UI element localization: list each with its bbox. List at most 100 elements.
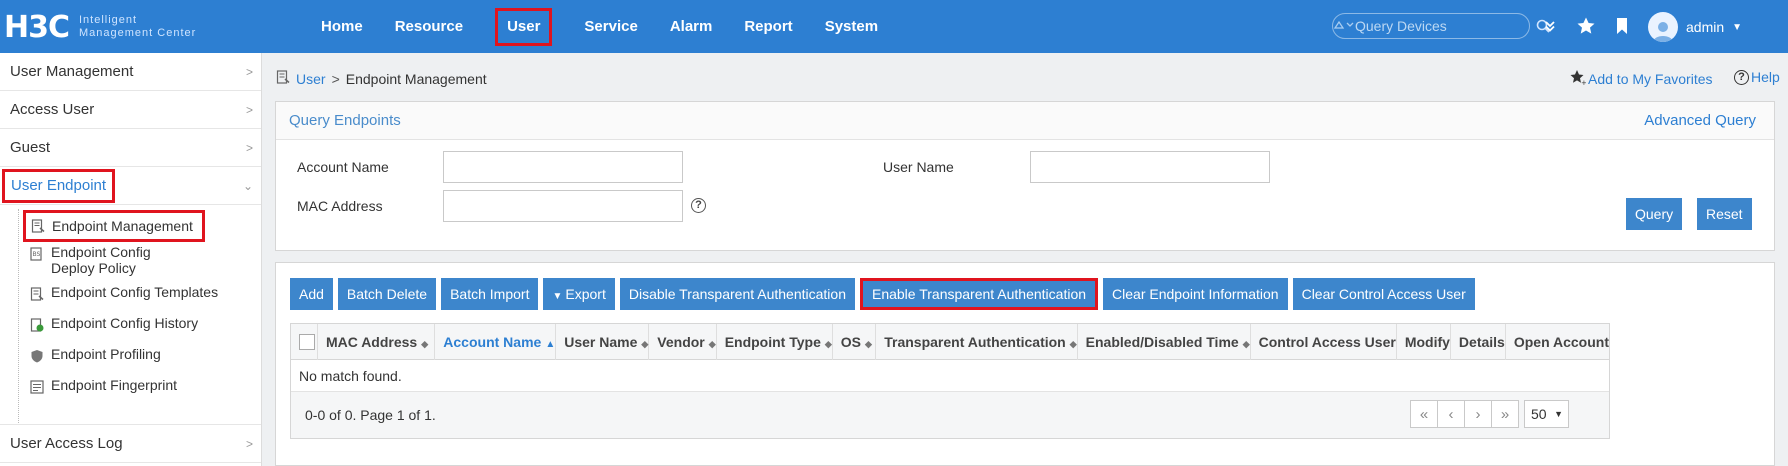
sidebar-menu-access-user[interactable]: Access User > xyxy=(0,91,261,129)
first-page-icon[interactable]: « xyxy=(1410,400,1438,428)
user-name-label: User Name xyxy=(883,159,954,175)
col-vendor[interactable]: Vendor ◆ xyxy=(649,324,717,360)
select-all-checkbox-cell xyxy=(291,324,318,360)
next-page-icon[interactable]: › xyxy=(1464,400,1492,428)
main-content: User > Endpoint Management + Add to My F… xyxy=(262,53,1788,466)
sidebar-item-endpoint-config-history[interactable]: Endpoint Config History xyxy=(0,315,261,332)
search-type-dropdown-icon[interactable] xyxy=(1333,19,1355,34)
nav-system[interactable]: System xyxy=(809,0,894,53)
breadcrumb: User > Endpoint Management xyxy=(276,70,487,87)
mac-address-input[interactable] xyxy=(443,190,683,222)
batch-import-button[interactable]: Batch Import xyxy=(441,278,539,310)
breadcrumb-current: Endpoint Management xyxy=(345,70,487,87)
sidebar-item-endpoint-profiling[interactable]: Endpoint Profiling xyxy=(0,346,261,363)
sort-icon: ◆ xyxy=(1242,339,1250,349)
device-search xyxy=(1332,13,1550,39)
advanced-query-link[interactable]: Advanced Query xyxy=(1644,102,1756,140)
pagination-info: 0-0 of 0. Page 1 of 1. xyxy=(305,407,436,423)
sidebar-item-endpoint-config-templates[interactable]: Endpoint Config Templates xyxy=(0,284,261,301)
col-account-name[interactable]: Account Name ▲ xyxy=(435,324,557,360)
results-panel: Add Batch Delete Batch Import ▼ Export Di… xyxy=(275,262,1775,466)
nav-alarm[interactable]: Alarm xyxy=(654,0,729,53)
add-to-favorites-link[interactable]: + Add to My Favorites xyxy=(1570,69,1713,88)
query-button[interactable]: Query xyxy=(1626,198,1683,230)
caret-down-icon: ▼ xyxy=(1732,21,1743,33)
sort-icon: ◆ xyxy=(708,339,716,349)
chevron-down-icon: ⌄ xyxy=(242,179,253,193)
mac-help-icon[interactable]: ? xyxy=(691,198,706,213)
breadcrumb-user-link[interactable]: User xyxy=(296,71,326,87)
endpoint-icon xyxy=(31,219,45,233)
pagination-buttons: « ‹ › » xyxy=(1410,400,1519,428)
reset-button[interactable]: Reset xyxy=(1697,198,1752,230)
star-icon[interactable] xyxy=(1574,14,1598,38)
sidebar-menu-guest[interactable]: Guest > xyxy=(0,129,261,167)
user-menu[interactable]: admin ▼ xyxy=(1648,11,1742,43)
history-icon xyxy=(30,318,44,332)
sort-icon: ◆ xyxy=(865,339,872,349)
sidebar-item-endpoint-management[interactable]: Endpoint Management xyxy=(23,210,205,242)
empty-message: No match found. xyxy=(291,360,1609,392)
sort-icon: ◆ xyxy=(824,339,832,349)
col-endpoint-type[interactable]: Endpoint Type ◆ xyxy=(717,324,833,360)
user-endpoint-submenu: Endpoint Management BS Endpoint Config D… xyxy=(0,205,261,425)
user-name-input[interactable] xyxy=(1030,151,1270,183)
page-size-select[interactable]: 50 ▼ xyxy=(1524,400,1569,428)
prev-page-icon[interactable]: ‹ xyxy=(1437,400,1465,428)
clear-endpoint-info-button[interactable]: Clear Endpoint Information xyxy=(1103,278,1288,310)
sidebar: User Management > Access User > Guest > Use… xyxy=(0,53,262,466)
nav-user[interactable]: User xyxy=(479,0,568,53)
double-chevron-down-icon[interactable] xyxy=(1538,14,1562,38)
enable-transparent-auth-button[interactable]: Enable Transparent Authentication xyxy=(859,278,1099,310)
col-os[interactable]: OS ◆ xyxy=(833,324,877,360)
mac-address-label: MAC Address xyxy=(297,198,383,214)
sidebar-menu-user-management[interactable]: User Management > xyxy=(0,53,261,91)
query-panel: Query Endpoints Advanced Query Account N… xyxy=(275,101,1775,251)
export-button[interactable]: ▼ Export xyxy=(543,278,615,310)
pagination-bar: 0-0 of 0. Page 1 of 1. « ‹ › » 50 ▼ xyxy=(291,392,1609,438)
nav-resource[interactable]: Resource xyxy=(379,0,479,53)
help-link[interactable]: ? Help xyxy=(1734,69,1780,85)
sidebar-item-endpoint-fingerprint[interactable]: Endpoint Fingerprint xyxy=(0,377,261,394)
table-header: MAC Address ◆ Account Name ▲ User Name ◆ Ve… xyxy=(291,324,1609,360)
avatar-icon xyxy=(1648,12,1678,42)
chevron-right-icon: > xyxy=(245,141,253,155)
add-button[interactable]: Add xyxy=(290,278,333,310)
query-panel-header: Query Endpoints Advanced Query xyxy=(276,102,1774,140)
sidebar-menu-user-endpoint[interactable]: User Endpoint ⌄ xyxy=(0,167,261,205)
star-plus-icon: + xyxy=(1570,69,1587,88)
breadcrumb-separator: > xyxy=(331,70,340,87)
nav-service[interactable]: Service xyxy=(568,0,653,53)
action-toolbar: Add Batch Delete Batch Import ▼ Export Di… xyxy=(290,278,1475,310)
bookmark-icon[interactable] xyxy=(1610,14,1634,38)
caret-down-icon: ▼ xyxy=(1554,409,1563,419)
chevron-right-icon: > xyxy=(245,65,253,79)
col-transparent-authentication[interactable]: Transparent Authentication ◆ xyxy=(876,324,1078,360)
endpoint-table: MAC Address ◆ Account Name ▲ User Name ◆ Ve… xyxy=(290,323,1610,439)
sort-icon: ◆ xyxy=(641,339,649,349)
caret-down-icon: ▼ xyxy=(552,291,563,302)
sidebar-menu-user-access-log[interactable]: User Access Log > xyxy=(0,425,261,463)
nav-report[interactable]: Report xyxy=(728,0,808,53)
query-panel-title: Query Endpoints xyxy=(289,112,401,129)
h3c-logo[interactable]: H3C Intelligent Management Center xyxy=(4,10,197,45)
col-details: Details xyxy=(1451,324,1506,360)
chevron-right-icon: > xyxy=(245,437,253,451)
disable-transparent-auth-button[interactable]: Disable Transparent Authentication xyxy=(619,278,855,310)
nav-home[interactable]: Home xyxy=(305,0,379,53)
col-enabled-disabled-time[interactable]: Enabled/Disabled Time ◆ xyxy=(1078,324,1251,360)
search-input[interactable] xyxy=(1355,18,1536,34)
account-name-input[interactable] xyxy=(443,151,683,183)
col-user-name[interactable]: User Name ◆ xyxy=(556,324,650,360)
top-bar: H3C Intelligent Management Center Home R… xyxy=(0,0,1788,53)
sort-icon: ◆ xyxy=(1069,339,1077,349)
select-all-checkbox[interactable] xyxy=(299,334,315,350)
last-page-icon[interactable]: » xyxy=(1491,400,1519,428)
sidebar-item-endpoint-config-deploy-policy[interactable]: BS Endpoint Config Deploy Policy xyxy=(0,244,261,276)
col-mac-address[interactable]: MAC Address ◆ xyxy=(318,324,436,360)
template-icon xyxy=(30,287,44,301)
batch-delete-button[interactable]: Batch Delete xyxy=(337,278,437,310)
logo-subtitle: Intelligent Management Center xyxy=(79,14,197,39)
clear-control-access-user-button[interactable]: Clear Control Access User xyxy=(1292,278,1475,310)
fingerprint-icon xyxy=(30,380,44,394)
